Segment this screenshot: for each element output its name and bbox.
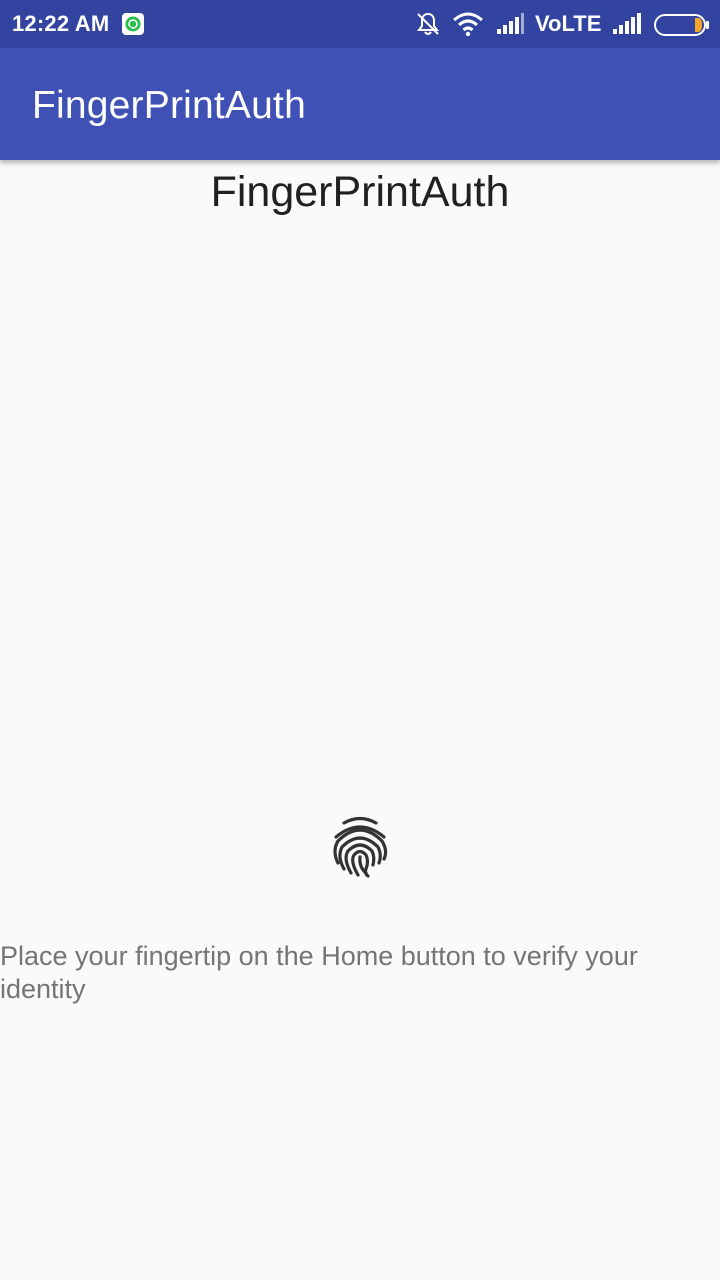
muted-bell-icon: [415, 11, 441, 42]
instruction-text: Place your fingertip on the Home button …: [0, 941, 638, 1004]
battery-icon: [654, 14, 710, 41]
status-bar: 12:22 AM VoLTE: [0, 0, 720, 48]
app-bar: FingerPrintAuth: [0, 48, 720, 160]
page-heading: FingerPrintAuth: [210, 168, 510, 216]
wifi-icon: [452, 11, 484, 42]
volte-label: VoLTE: [535, 11, 602, 36]
whatsapp-icon: [122, 13, 144, 35]
app-title: FingerPrintAuth: [32, 84, 306, 127]
fingerprint-icon: [330, 815, 390, 879]
signal-icon: [496, 13, 524, 40]
status-time: 12:22 AM: [12, 11, 110, 36]
signal-icon: [612, 13, 642, 40]
